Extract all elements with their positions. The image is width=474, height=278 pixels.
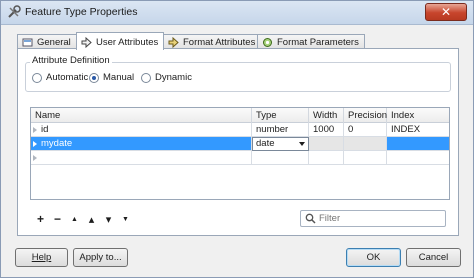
minus-icon: − bbox=[53, 212, 61, 226]
radio-automatic-label: Automatic bbox=[46, 72, 89, 83]
cell-type[interactable]: number bbox=[252, 123, 309, 137]
row-toolbar: + − ▲ ▴ ▾ ▼ bbox=[32, 212, 134, 226]
tab-format-attributes[interactable]: Format Attributes bbox=[163, 34, 262, 49]
apply-to-label: Apply to... bbox=[79, 252, 122, 263]
attributes-table: Name Type Width Precision Index id numbe… bbox=[30, 107, 450, 200]
format-attributes-icon bbox=[168, 37, 179, 48]
cell-type[interactable] bbox=[252, 151, 309, 165]
radio-dynamic-circle[interactable] bbox=[141, 72, 151, 83]
tab-user-attributes-label: User Attributes bbox=[96, 36, 159, 48]
close-icon: ✕ bbox=[440, 5, 452, 19]
type-dropdown[interactable]: date bbox=[252, 137, 309, 151]
apply-to-button[interactable]: Apply to... bbox=[73, 248, 128, 267]
format-parameters-icon bbox=[263, 38, 272, 47]
filter-input[interactable] bbox=[319, 212, 443, 225]
cell-name[interactable] bbox=[31, 151, 252, 165]
cell-width[interactable] bbox=[309, 151, 344, 165]
tab-general-label: General bbox=[37, 37, 71, 48]
table-row-new[interactable] bbox=[31, 151, 449, 165]
cell-index[interactable] bbox=[387, 151, 449, 165]
cell-index[interactable]: INDEX bbox=[387, 123, 449, 137]
add-row-button[interactable]: + bbox=[32, 212, 49, 226]
tab-format-parameters-label: Format Parameters bbox=[277, 37, 359, 48]
table-row[interactable]: id number 1000 0 INDEX bbox=[31, 123, 449, 137]
column-header-precision[interactable]: Precision bbox=[344, 108, 387, 123]
ok-button[interactable]: OK bbox=[346, 248, 401, 267]
tools-icon bbox=[8, 5, 21, 18]
close-button[interactable]: ✕ bbox=[425, 3, 467, 21]
cell-precision[interactable]: 0 bbox=[344, 123, 387, 137]
cell-name[interactable]: id bbox=[31, 123, 252, 137]
tab-format-attributes-label: Format Attributes bbox=[183, 37, 256, 48]
tab-general[interactable]: General bbox=[17, 34, 77, 49]
table-header: Name Type Width Precision Index bbox=[31, 108, 449, 123]
cell-precision[interactable] bbox=[344, 137, 387, 151]
cell-index[interactable] bbox=[387, 137, 449, 151]
cell-width[interactable]: 1000 bbox=[309, 123, 344, 137]
table-row-selected[interactable]: mydate date bbox=[31, 137, 449, 151]
column-header-name[interactable]: Name bbox=[31, 108, 252, 123]
cancel-label: Cancel bbox=[418, 252, 449, 263]
remove-row-button[interactable]: − bbox=[49, 212, 66, 226]
user-attributes-panel: Attribute Definition Automatic Manual Dy… bbox=[17, 48, 459, 236]
radio-manual-label: Manual bbox=[103, 72, 135, 83]
move-up-button[interactable]: ▴ bbox=[83, 212, 100, 226]
chevron-down-icon[interactable] bbox=[299, 142, 305, 146]
help-label: Help bbox=[31, 252, 52, 263]
filter-box[interactable] bbox=[300, 210, 446, 227]
title-bar[interactable]: Feature Type Properties ✕ bbox=[1, 1, 473, 25]
radio-manual[interactable]: Manual bbox=[89, 72, 134, 83]
radio-dynamic[interactable]: Dynamic bbox=[141, 72, 192, 83]
radio-automatic-circle[interactable] bbox=[32, 72, 42, 83]
search-icon bbox=[305, 213, 316, 224]
attribute-definition-group: Attribute Definition Automatic Manual Dy… bbox=[25, 55, 451, 92]
column-header-type[interactable]: Type bbox=[252, 108, 309, 123]
plus-icon: + bbox=[36, 212, 44, 226]
radio-dynamic-label: Dynamic bbox=[155, 72, 192, 83]
cell-precision[interactable] bbox=[344, 151, 387, 165]
column-header-index[interactable]: Index bbox=[387, 108, 449, 123]
dialog-window: Feature Type Properties ✕ General User A… bbox=[0, 0, 474, 278]
cancel-button[interactable]: Cancel bbox=[406, 248, 461, 267]
move-bottom-button[interactable]: ▼ bbox=[117, 212, 134, 226]
attribute-definition-title: Attribute Definition bbox=[30, 55, 112, 66]
window-title: Feature Type Properties bbox=[25, 6, 138, 18]
cell-width[interactable] bbox=[309, 137, 344, 151]
radio-manual-circle[interactable] bbox=[89, 72, 99, 83]
tab-format-parameters[interactable]: Format Parameters bbox=[257, 34, 365, 49]
user-attributes-icon bbox=[81, 36, 92, 48]
column-header-width[interactable]: Width bbox=[309, 108, 344, 123]
move-down-icon: ▾ bbox=[105, 213, 112, 226]
type-dropdown-value: date bbox=[256, 138, 275, 149]
general-settings-icon bbox=[22, 38, 33, 47]
ok-label: OK bbox=[366, 252, 381, 263]
move-top-icon: ▲ bbox=[71, 215, 78, 223]
move-top-button[interactable]: ▲ bbox=[66, 212, 83, 226]
move-up-icon: ▴ bbox=[88, 213, 95, 226]
move-down-button[interactable]: ▾ bbox=[100, 212, 117, 226]
cell-name[interactable]: mydate bbox=[31, 137, 252, 151]
help-button[interactable]: Help bbox=[15, 248, 68, 267]
move-bottom-icon: ▼ bbox=[122, 215, 129, 223]
radio-automatic[interactable]: Automatic bbox=[32, 72, 88, 83]
tab-user-attributes[interactable]: User Attributes bbox=[76, 32, 165, 50]
